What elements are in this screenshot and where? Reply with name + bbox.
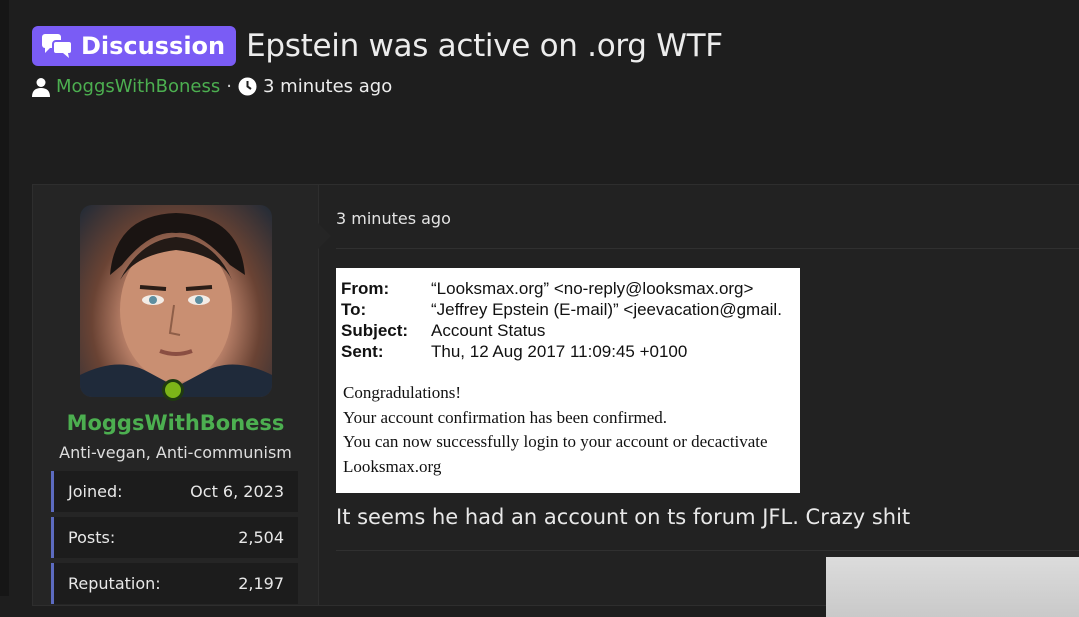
email-line: Congradulations! (343, 383, 462, 402)
post-header-divider (336, 248, 1079, 249)
stat-label: Posts: (68, 528, 116, 547)
comments-icon (42, 34, 73, 58)
page-title: Epstein was active on .org WTF (246, 28, 723, 64)
email-key: To: (341, 300, 367, 319)
page-edge (0, 0, 9, 596)
post: MoggsWithBoness Anti-vegan, Anti-communi… (32, 184, 1079, 617)
next-post-image[interactable] (826, 557, 1079, 617)
email-line: You can now successfully login to your a… (343, 432, 768, 452)
stat-label: Reputation: (68, 574, 161, 593)
email-key: From: (341, 279, 390, 298)
online-status-indicator (162, 379, 184, 401)
email-value: “Looksmax.org” <no-reply@looksmax.org> (431, 279, 754, 298)
email-header-row: From: “Looksmax.org” <no-reply@looksmax.… (341, 278, 782, 299)
email-header-row: Sent: Thu, 12 Aug 2017 11:09:45 +0100 (341, 341, 782, 362)
post-content: 3 minutes ago From: “Looksmax.org” <no-r… (319, 185, 1079, 617)
stat-joined: Joined: Oct 6, 2023 (51, 471, 298, 512)
meta-separator: · (226, 76, 232, 97)
user-icon (32, 77, 50, 97)
email-header-row: Subject: Account Status (341, 320, 782, 341)
post-body-divider (336, 550, 1079, 551)
post-time[interactable]: 3 minutes ago (336, 209, 451, 228)
email-header-row: To: “Jeffrey Epstein (E-mail)” <jeevacat… (341, 299, 782, 320)
stat-value: 2,197 (238, 574, 284, 593)
thread-time[interactable]: 3 minutes ago (263, 76, 392, 97)
email-value: Account Status (431, 321, 546, 340)
stat-value: Oct 6, 2023 (190, 482, 284, 501)
stat-reputation: Reputation: 2,197 (51, 563, 298, 604)
author-link[interactable]: MoggsWithBoness (56, 76, 220, 97)
prefix-label: Discussion (81, 32, 226, 60)
email-value: Thu, 12 Aug 2017 11:09:45 +0100 (431, 342, 688, 361)
email-key: Subject: (341, 321, 409, 340)
clock-icon (238, 77, 257, 96)
email-body: Congradulations! Your account confirmati… (343, 381, 768, 479)
email-screenshot-image[interactable]: From: “Looksmax.org” <no-reply@looksmax.… (336, 268, 800, 493)
title-row: Discussion Epstein was active on .org WT… (32, 26, 723, 66)
avatar[interactable] (80, 205, 272, 397)
email-line: Your account confirmation has been confi… (343, 407, 668, 427)
user-title: Anti-vegan, Anti-communism (59, 443, 292, 462)
thread-meta: MoggsWithBoness · 3 minutes ago (32, 76, 723, 97)
email-value: “Jeffrey Epstein (E-mail)” <jeevacation@… (431, 300, 782, 319)
prefix-badge[interactable]: Discussion (32, 26, 237, 66)
post-user-cell: MoggsWithBoness Anti-vegan, Anti-communi… (33, 185, 319, 605)
email-headers: From: “Looksmax.org” <no-reply@looksmax.… (341, 278, 782, 362)
thread-header: Discussion Epstein was active on .org WT… (32, 26, 723, 97)
stat-posts: Posts: 2,504 (51, 517, 298, 558)
email-key: Sent: (341, 342, 384, 361)
stat-label: Joined: (68, 482, 123, 501)
post-body-text: It seems he had an account on ts forum J… (336, 505, 911, 529)
post-username[interactable]: MoggsWithBoness (33, 411, 318, 435)
stat-value: 2,504 (238, 528, 284, 547)
email-line: Looksmax.org (343, 456, 442, 476)
avatar-portrait (80, 213, 272, 397)
